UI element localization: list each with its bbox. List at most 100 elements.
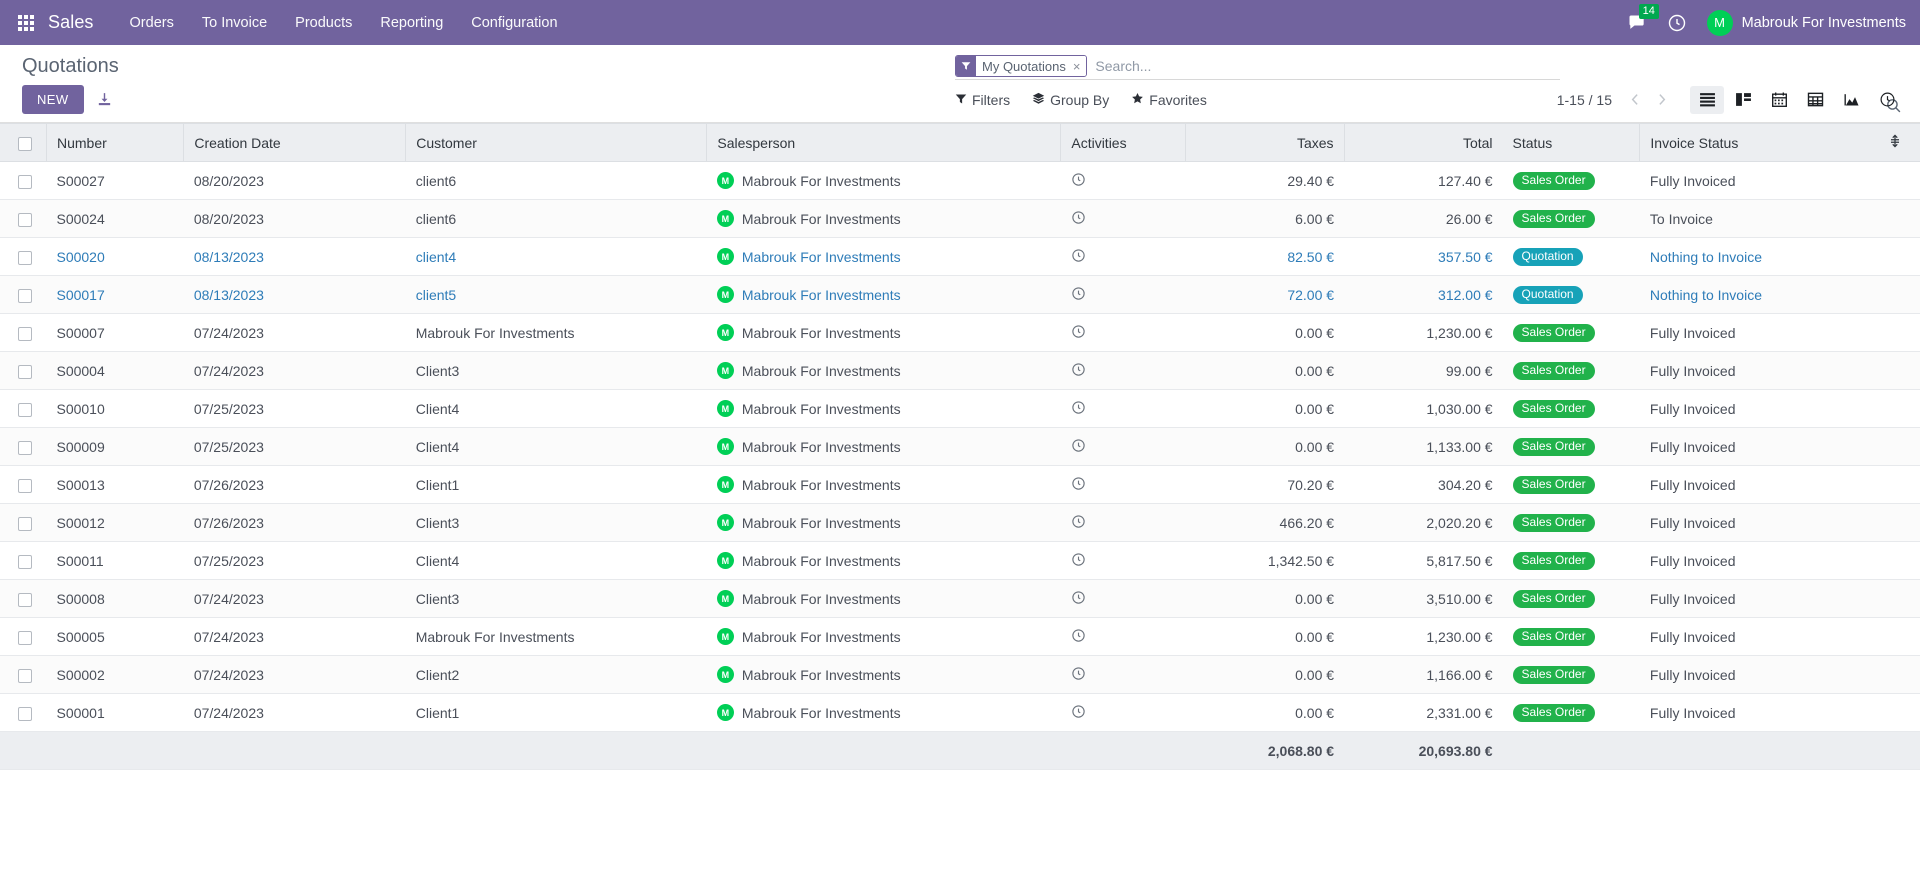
cell-total[interactable]: 357.50 € <box>1344 237 1503 276</box>
cell-invoice-status[interactable]: Fully Invoiced <box>1639 655 1878 694</box>
cell-number[interactable]: S00012 <box>46 503 184 542</box>
row-checkbox[interactable] <box>18 250 32 265</box>
cell-status[interactable]: Sales Order <box>1502 617 1640 656</box>
table-row[interactable]: S00010 07/25/2023 Client4 M Mabrouk For Inve… <box>0 389 1920 428</box>
clock-icon[interactable] <box>1071 666 1086 681</box>
cell-creation-date[interactable]: 08/13/2023 <box>183 275 406 314</box>
cell-status[interactable]: Quotation <box>1502 275 1640 314</box>
table-row[interactable]: S00009 07/25/2023 Client4 M Mabrouk For Inve… <box>0 427 1920 466</box>
column-header-invoice-status[interactable]: Invoice Status <box>1639 123 1878 162</box>
activities-menu[interactable] <box>1667 13 1687 33</box>
cell-activities[interactable] <box>1060 237 1186 276</box>
cell-number[interactable]: S00008 <box>46 579 184 618</box>
cell-activities[interactable] <box>1060 351 1186 390</box>
cell-creation-date[interactable]: 07/24/2023 <box>183 313 406 352</box>
select-all-checkbox[interactable] <box>18 136 32 151</box>
cell-taxes[interactable]: 0.00 € <box>1185 655 1345 694</box>
cell-customer[interactable]: Client4 <box>405 541 707 580</box>
clock-icon[interactable] <box>1071 210 1086 225</box>
cell-salesperson[interactable]: M Mabrouk For Investments <box>706 693 1061 732</box>
cell-salesperson[interactable]: M Mabrouk For Investments <box>706 351 1061 390</box>
cell-total[interactable]: 1,230.00 € <box>1344 617 1503 656</box>
cell-invoice-status[interactable]: To Invoice <box>1639 199 1878 238</box>
cell-customer[interactable]: Mabrouk For Investments <box>405 617 707 656</box>
cell-customer[interactable]: Client3 <box>405 351 707 390</box>
cell-invoice-status[interactable]: Fully Invoiced <box>1639 313 1878 352</box>
cell-salesperson[interactable]: M Mabrouk For Investments <box>706 199 1061 238</box>
cell-salesperson[interactable]: M Mabrouk For Investments <box>706 503 1061 542</box>
clock-icon[interactable] <box>1870 86 1904 114</box>
cell-invoice-status[interactable]: Fully Invoiced <box>1639 351 1878 390</box>
table-row[interactable]: S00012 07/26/2023 Client3 M Mabrouk For Inve… <box>0 503 1920 542</box>
cell-invoice-status[interactable]: Fully Invoiced <box>1639 465 1878 504</box>
cell-customer[interactable]: Client4 <box>405 389 707 428</box>
cell-taxes[interactable]: 6.00 € <box>1185 199 1345 238</box>
table-row[interactable]: S00001 07/24/2023 Client1 M Mabrouk For Inve… <box>0 693 1920 732</box>
clock-icon[interactable] <box>1071 438 1086 453</box>
table-row[interactable]: S00002 07/24/2023 Client2 M Mabrouk For Inve… <box>0 655 1920 694</box>
user-menu[interactable]: M Mabrouk For Investments <box>1706 9 1906 36</box>
cell-creation-date[interactable]: 08/13/2023 <box>183 237 406 276</box>
clock-icon[interactable] <box>1071 362 1086 377</box>
cell-activities[interactable] <box>1060 655 1186 694</box>
cell-taxes[interactable]: 72.00 € <box>1185 275 1345 314</box>
row-checkbox[interactable] <box>18 478 32 493</box>
cell-salesperson[interactable]: M Mabrouk For Investments <box>706 275 1061 314</box>
cell-number[interactable]: S00020 <box>46 237 184 276</box>
cell-number[interactable]: S00011 <box>46 541 184 580</box>
cell-activities[interactable] <box>1060 389 1186 428</box>
cell-salesperson[interactable]: M Mabrouk For Investments <box>706 465 1061 504</box>
list-icon[interactable] <box>1690 85 1724 114</box>
cell-total[interactable]: 3,510.00 € <box>1344 579 1503 618</box>
cell-invoice-status[interactable]: Fully Invoiced <box>1639 161 1878 200</box>
cell-status[interactable]: Sales Order <box>1502 351 1640 390</box>
cell-salesperson[interactable]: M Mabrouk For Investments <box>706 655 1061 694</box>
cell-taxes[interactable]: 0.00 € <box>1185 389 1345 428</box>
cell-taxes[interactable]: 29.40 € <box>1185 161 1345 200</box>
cell-status[interactable]: Sales Order <box>1502 693 1640 732</box>
row-checkbox[interactable] <box>18 554 32 569</box>
clock-icon[interactable] <box>1071 704 1086 719</box>
cell-number[interactable]: S00001 <box>46 693 184 732</box>
cell-activities[interactable] <box>1060 275 1186 314</box>
cell-invoice-status[interactable]: Fully Invoiced <box>1639 427 1878 466</box>
favorites-menu[interactable]: Favorites <box>1131 92 1207 108</box>
column-header-status[interactable]: Status <box>1502 123 1641 162</box>
cell-activities[interactable] <box>1060 465 1186 504</box>
cell-status[interactable]: Sales Order <box>1502 503 1640 542</box>
cell-total[interactable]: 5,817.50 € <box>1344 541 1503 580</box>
clock-icon[interactable] <box>1071 628 1086 643</box>
table-row[interactable]: S00007 07/24/2023 Mabrouk For Investments M… <box>0 313 1920 352</box>
cell-creation-date[interactable]: 07/24/2023 <box>183 579 406 618</box>
cell-total[interactable]: 99.00 € <box>1344 351 1503 390</box>
menu-products[interactable]: Products <box>281 9 366 37</box>
cell-total[interactable]: 1,133.00 € <box>1344 427 1503 466</box>
cell-activities[interactable] <box>1060 693 1186 732</box>
cell-customer[interactable]: Client3 <box>405 579 707 618</box>
menu-reporting[interactable]: Reporting <box>366 9 457 37</box>
cell-number[interactable]: S00007 <box>46 313 184 352</box>
clock-icon[interactable] <box>1071 172 1086 187</box>
cell-activities[interactable] <box>1060 503 1186 542</box>
row-checkbox[interactable] <box>18 516 32 531</box>
cell-creation-date[interactable]: 07/24/2023 <box>183 351 406 390</box>
clock-icon[interactable] <box>1071 590 1086 605</box>
cell-salesperson[interactable]: M Mabrouk For Investments <box>706 389 1061 428</box>
clock-icon[interactable] <box>1071 400 1086 415</box>
column-header-customer[interactable]: Customer <box>405 123 708 162</box>
clock-icon[interactable] <box>1071 552 1086 567</box>
table-row[interactable]: S00013 07/26/2023 Client1 M Mabrouk For Inve… <box>0 465 1920 504</box>
cell-customer[interactable]: Client4 <box>405 427 707 466</box>
calendar-icon[interactable] <box>1762 86 1796 114</box>
table-row[interactable]: S00017 08/13/2023 client5 M Mabrouk For Inve… <box>0 275 1920 314</box>
cell-total[interactable]: 26.00 € <box>1344 199 1503 238</box>
cell-activities[interactable] <box>1060 313 1186 352</box>
cell-creation-date[interactable]: 08/20/2023 <box>183 161 406 200</box>
cell-creation-date[interactable]: 07/24/2023 <box>183 693 406 732</box>
cell-customer[interactable]: Client2 <box>405 655 707 694</box>
cell-taxes[interactable]: 0.00 € <box>1185 427 1345 466</box>
cell-total[interactable]: 2,020.20 € <box>1344 503 1503 542</box>
cell-activities[interactable] <box>1060 579 1186 618</box>
cell-creation-date[interactable]: 07/26/2023 <box>183 465 406 504</box>
cell-status[interactable]: Quotation <box>1502 237 1640 276</box>
